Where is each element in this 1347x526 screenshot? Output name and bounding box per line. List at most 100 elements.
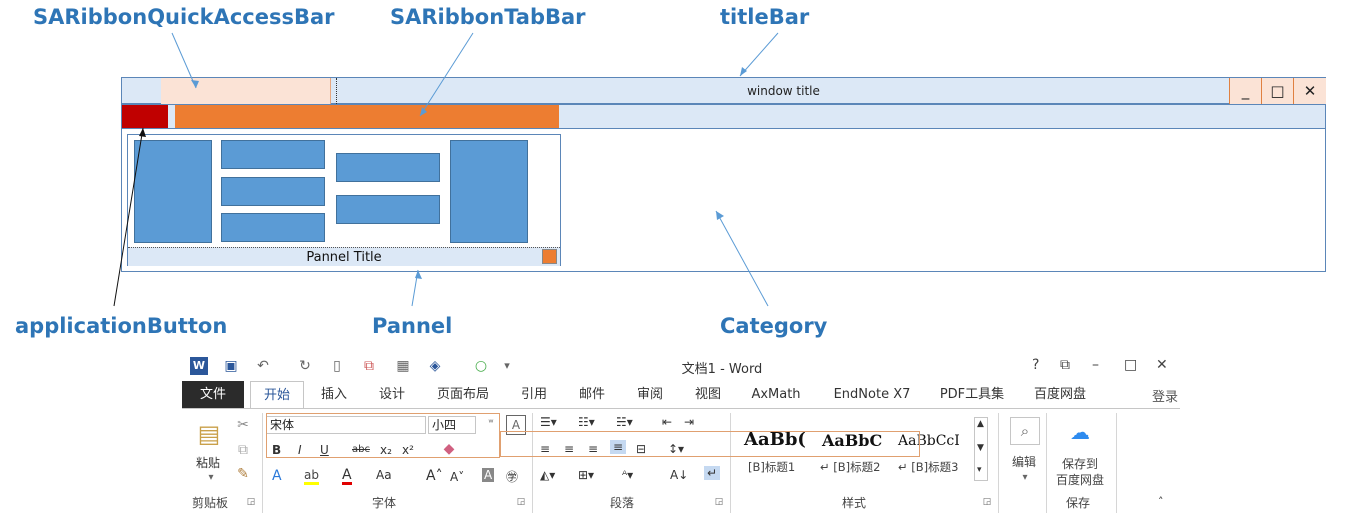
font-color-icon[interactable]: A <box>342 468 352 485</box>
save-to-label[interactable]: 保存到 <box>1050 455 1110 472</box>
group-separator <box>730 413 731 513</box>
numbering-icon[interactable]: ☷▾ <box>578 415 595 429</box>
chinese-layout-icon[interactable]: ᴬ▾ <box>622 468 633 482</box>
pannel-medium-button[interactable] <box>336 195 440 224</box>
label-title-bar: titleBar <box>720 5 810 29</box>
text-effect-icon[interactable]: A <box>272 468 282 484</box>
group-styles-label: 样式 <box>842 496 867 510</box>
group-separator <box>262 413 263 513</box>
tab-insert[interactable]: 插入 <box>310 381 358 408</box>
tab-pdf-tools[interactable]: PDF工具集 <box>932 381 1012 408</box>
login-link[interactable]: 登录 <box>1152 386 1178 405</box>
baidu-disk-label[interactable]: 百度网盘 <box>1050 471 1110 488</box>
cloud-icon[interactable]: ☁ <box>1066 419 1094 445</box>
borders-icon[interactable]: ⊞▾ <box>578 468 594 482</box>
char-shading-icon[interactable]: A <box>482 468 495 482</box>
close-button[interactable]: ✕ <box>1156 357 1168 373</box>
schematic-pannel-option-button[interactable] <box>542 249 557 264</box>
tab-design[interactable]: 设计 <box>368 381 416 408</box>
find-icon[interactable]: ⌕ <box>1010 417 1040 445</box>
edit-button[interactable]: 编辑 <box>1004 453 1044 470</box>
group-save-label: 保存 <box>1066 496 1091 510</box>
highlight-icon[interactable]: ab <box>304 468 319 485</box>
increase-indent-icon[interactable]: ⇥ <box>684 415 694 429</box>
customize-qat-icon[interactable]: ▾ <box>498 357 516 375</box>
highlight-box <box>266 413 500 458</box>
circle-icon[interactable]: ○ <box>472 357 490 375</box>
group-separator <box>1046 413 1047 513</box>
label-tab-bar: SARibbonTabBar <box>390 5 586 29</box>
grow-font-icon[interactable]: A˄ <box>426 468 443 484</box>
style-heading2-name[interactable]: ↵ [B]标题2 <box>820 459 880 475</box>
maximize-button[interactable]: □ <box>1124 357 1137 373</box>
scroll-up-icon[interactable]: ▲ <box>977 419 984 429</box>
pannel-medium-button[interactable] <box>336 153 440 182</box>
tab-layout[interactable]: 页面布局 <box>428 381 498 408</box>
decrease-indent-icon[interactable]: ⇤ <box>662 415 672 429</box>
scroll-down-icon[interactable]: ▼ <box>977 443 984 453</box>
redo-icon[interactable]: ↻ <box>296 357 314 375</box>
ribbon-display-button[interactable]: ⧉ <box>1060 357 1070 373</box>
group-separator <box>998 413 999 513</box>
paste-icon[interactable]: ▤ <box>196 421 222 447</box>
style-heading3-name[interactable]: ↵ [B]标题3 <box>898 459 958 475</box>
cut-icon[interactable]: ✂ <box>234 416 252 434</box>
label-pannel: Pannel <box>372 314 453 338</box>
shading-icon[interactable]: ◭▾ <box>540 468 555 482</box>
multilevel-list-icon[interactable]: ☵▾ <box>616 415 633 429</box>
group-paragraph-label: 段落 <box>610 496 635 510</box>
export-icon[interactable]: ⧉ <box>360 357 378 375</box>
change-case-icon[interactable]: Aa <box>376 468 392 482</box>
word-app-icon: W <box>190 357 208 375</box>
tab-baidu-disk[interactable]: 百度网盘 <box>1024 381 1096 408</box>
schematic-close-button[interactable]: ✕ <box>1293 78 1326 104</box>
tab-axmath[interactable]: AxMath <box>744 381 808 408</box>
schematic-quick-access-bar <box>161 78 331 104</box>
tab-home[interactable]: 开始 <box>250 381 304 408</box>
tab-references[interactable]: 引用 <box>510 381 558 408</box>
dialog-launcher-icon[interactable]: ◲ <box>714 497 724 507</box>
label-application-button: applicationButton <box>15 314 228 338</box>
table-icon[interactable]: ▦ <box>394 357 412 375</box>
show-marks-icon[interactable]: ↵ <box>704 466 721 480</box>
shapes-icon[interactable]: ◈ <box>426 357 444 375</box>
arrow-title-bar <box>739 32 779 77</box>
pannel-large-button[interactable] <box>450 140 528 243</box>
tab-endnote[interactable]: EndNote X7 <box>824 381 920 408</box>
save-icon[interactable]: ▣ <box>222 357 240 375</box>
styles-more-icon[interactable]: ▾ <box>977 465 982 475</box>
schematic-tab[interactable] <box>175 105 559 128</box>
undo-icon[interactable]: ↶ <box>254 357 272 375</box>
group-separator <box>1116 413 1117 513</box>
pannel-small-button[interactable] <box>221 140 325 169</box>
dialog-launcher-icon[interactable]: ◲ <box>516 497 526 507</box>
tab-view[interactable]: 视图 <box>684 381 732 408</box>
style-heading1-name[interactable]: [B]标题1 <box>748 459 795 475</box>
sort-icon[interactable]: A↓ <box>670 468 688 482</box>
format-painter-icon[interactable]: ✎ <box>234 465 252 483</box>
schematic-minimize-button[interactable]: _ <box>1229 78 1261 104</box>
shrink-font-icon[interactable]: A˅ <box>450 470 464 484</box>
tab-mailings[interactable]: 邮件 <box>568 381 616 408</box>
label-category: Category <box>720 314 828 338</box>
group-clipboard-label: 剪贴板 <box>192 496 229 510</box>
paste-dropdown-icon[interactable]: ▾ <box>202 469 220 487</box>
dialog-launcher-icon[interactable]: ◲ <box>246 497 256 507</box>
tab-review[interactable]: 审阅 <box>626 381 674 408</box>
schematic-maximize-button[interactable]: □ <box>1261 78 1293 104</box>
schematic-application-button[interactable] <box>122 105 168 128</box>
help-button[interactable]: ? <box>1032 357 1039 373</box>
document-icon[interactable]: ▯ <box>328 357 346 375</box>
pannel-small-button[interactable] <box>221 177 325 206</box>
enclose-char-icon[interactable]: ㊫ <box>506 468 518 485</box>
collapse-ribbon-icon[interactable]: ˄ <box>1158 495 1164 508</box>
dialog-launcher-icon[interactable]: ◲ <box>982 497 992 507</box>
bullets-icon[interactable]: ☰▾ <box>540 415 557 429</box>
copy-icon[interactable]: ⧉ <box>234 441 252 459</box>
arrowhead <box>740 67 747 76</box>
minimize-button[interactable]: – <box>1092 357 1099 373</box>
edit-dropdown-icon[interactable]: ▾ <box>1016 469 1034 487</box>
pannel-small-button[interactable] <box>221 213 325 242</box>
tab-file[interactable]: 文件 <box>182 381 244 408</box>
pannel-large-button[interactable] <box>134 140 212 243</box>
